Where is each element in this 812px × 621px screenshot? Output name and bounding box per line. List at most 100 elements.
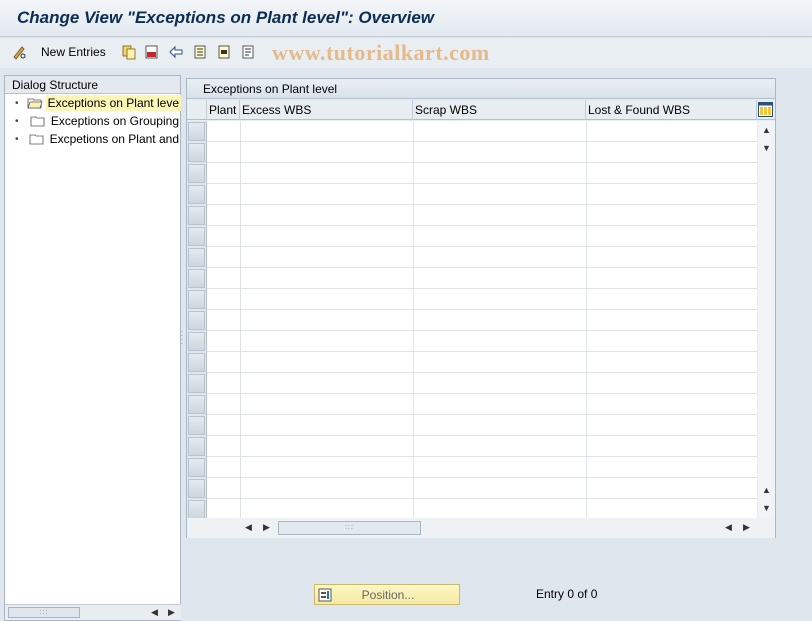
grid-row-line [207, 414, 757, 415]
grid-row-line [207, 246, 757, 247]
row-selector[interactable] [188, 374, 205, 393]
position-button-label: Position... [361, 587, 415, 602]
scroll-down-icon[interactable]: ▼ [762, 503, 771, 513]
page-up-icon[interactable]: ▲ [762, 485, 771, 495]
row-selector[interactable] [188, 311, 205, 330]
column-header-lost-found-wbs[interactable]: Lost & Found WBS [586, 100, 757, 120]
grid-row-line [207, 477, 757, 478]
undo-change-button[interactable] [168, 43, 184, 61]
row-selector-column [187, 121, 207, 519]
grid-row-line [207, 204, 757, 205]
row-selector[interactable] [188, 164, 205, 183]
select-block-icon [216, 44, 232, 60]
row-selector[interactable] [188, 353, 205, 372]
row-selector[interactable] [188, 269, 205, 288]
row-selector[interactable] [188, 143, 205, 162]
position-icon [317, 587, 333, 603]
row-selector[interactable] [188, 248, 205, 267]
tree-item-label: Excpetions on Plant and [49, 132, 179, 146]
copy-as-button[interactable] [121, 43, 137, 61]
table-vertical-scrollbar[interactable]: ▲ ▼ ▲ ▼ [758, 121, 775, 518]
tree-item-label: Exceptions on Plant leve [45, 95, 181, 111]
row-selector[interactable] [188, 500, 205, 519]
scroll-thumb[interactable]: ::: [8, 607, 80, 618]
grid-row-line [207, 435, 757, 436]
select-all-icon [192, 44, 208, 60]
open-folder-icon [27, 97, 43, 109]
grid-row-line [207, 498, 757, 499]
tree-bullet: • [15, 97, 19, 109]
tree-item-exceptions-grouping[interactable]: • Exceptions on Grouping [5, 112, 181, 130]
tree-bullet: • [15, 115, 19, 127]
tree-item-exceptions-plant-level[interactable]: • Exceptions on Plant leve [5, 94, 181, 112]
column-header-row: Plant Excess WBS Scrap WBS Lost & Found … [187, 100, 775, 120]
scroll-right-end-icon[interactable]: ▶ [743, 522, 750, 533]
row-selector[interactable] [188, 332, 205, 351]
select-all-rows-header[interactable] [187, 100, 207, 120]
select-all-button[interactable] [192, 43, 208, 61]
row-selector[interactable] [188, 479, 205, 498]
page-down-icon[interactable]: ▼ [762, 143, 771, 153]
entry-count: Entry 0 of 0 [536, 587, 598, 601]
grid-row-line [207, 456, 757, 457]
delete-button[interactable] [144, 43, 160, 61]
change-display-button[interactable] [12, 43, 28, 61]
position-button[interactable]: Position... [314, 584, 460, 605]
dialog-structure-panel: Dialog Structure • Exceptions on Plant l… [4, 75, 181, 621]
panel-splitter[interactable]: · · · · [180, 328, 184, 356]
table-grid [187, 121, 757, 520]
new-entries-button[interactable]: New Entries [41, 43, 106, 61]
deselect-all-icon [240, 44, 256, 60]
folder-icon [30, 115, 46, 127]
undo-icon [168, 44, 184, 60]
scroll-thumb[interactable]: ::: [278, 521, 421, 535]
column-header-plant[interactable]: Plant [207, 100, 240, 120]
delete-icon [144, 44, 160, 60]
page-title: Change View "Exceptions on Plant level":… [17, 8, 435, 27]
grid-column-line [413, 121, 414, 518]
column-header-scrap-wbs[interactable]: Scrap WBS [413, 100, 586, 120]
table-panel: Exceptions on Plant level Plant Excess W… [186, 78, 776, 538]
tree-bullet: • [15, 133, 19, 145]
row-selector[interactable] [188, 122, 205, 141]
copy-icon [121, 44, 137, 60]
pencil-glasses-icon [12, 44, 28, 60]
grid-column-line [586, 121, 587, 518]
scroll-up-icon[interactable]: ▲ [762, 125, 771, 135]
row-selector[interactable] [188, 416, 205, 435]
application-toolbar: New Entries www.tutorialkart.com [0, 38, 812, 68]
title-bar: Change View "Exceptions on Plant level":… [0, 0, 812, 37]
scroll-left-end-icon[interactable]: ◀ [725, 522, 732, 533]
grid-row-line [207, 162, 757, 163]
tree-item-label: Exceptions on Grouping [50, 114, 179, 128]
table-horizontal-scrollbar[interactable]: ◀ ▶ ::: ◀ ▶ [187, 518, 775, 538]
folder-icon [29, 133, 45, 145]
row-selector[interactable] [188, 185, 205, 204]
left-horizontal-scrollbar[interactable]: ::: ◀ ▶ [5, 604, 181, 620]
row-selector[interactable] [188, 206, 205, 225]
grid-row-line [207, 330, 757, 331]
tree-item-exceptions-plant-and[interactable]: • Excpetions on Plant and [5, 130, 181, 148]
grid-row-line [207, 141, 757, 142]
row-selector[interactable] [188, 395, 205, 414]
column-header-excess-wbs[interactable]: Excess WBS [240, 100, 413, 120]
table-settings-icon[interactable] [758, 102, 773, 117]
scroll-right-icon[interactable]: ▶ [168, 607, 175, 618]
grid-row-line [207, 225, 757, 226]
grid-row-line [207, 351, 757, 352]
dialog-structure-header: Dialog Structure [5, 76, 180, 94]
row-selector[interactable] [188, 227, 205, 246]
table-title: Exceptions on Plant level [187, 79, 775, 99]
scroll-left-icon[interactable]: ◀ [245, 522, 252, 533]
row-selector[interactable] [188, 458, 205, 477]
watermark: www.tutorialkart.com [272, 40, 490, 65]
select-block-button[interactable] [216, 43, 232, 61]
grid-row-line [207, 309, 757, 310]
new-entries-label: New Entries [41, 45, 106, 59]
row-selector[interactable] [188, 437, 205, 456]
deselect-all-button[interactable] [240, 43, 256, 61]
row-selector[interactable] [188, 290, 205, 309]
scroll-left-icon[interactable]: ◀ [151, 607, 158, 618]
scroll-right-icon[interactable]: ▶ [263, 522, 270, 533]
grid-column-line [240, 121, 241, 518]
